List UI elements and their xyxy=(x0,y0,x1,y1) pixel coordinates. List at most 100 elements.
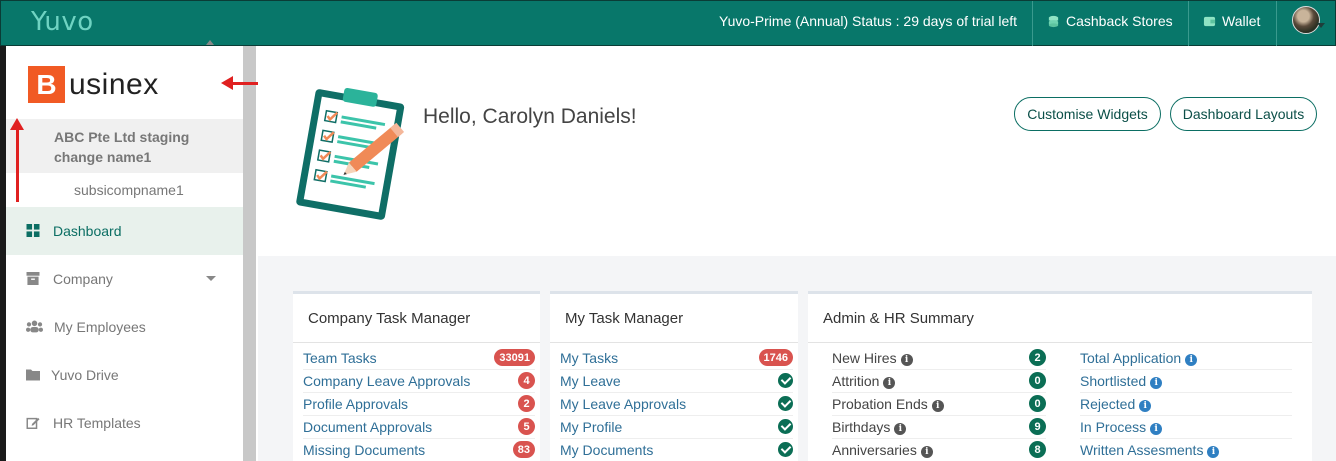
divider xyxy=(1276,1,1277,47)
task-row[interactable]: Profile Approvals 2 xyxy=(303,393,535,416)
grid-icon xyxy=(26,224,40,237)
check-circle-icon xyxy=(778,442,793,457)
coins-icon xyxy=(1048,15,1059,27)
task-link[interactable]: Company Leave Approvals xyxy=(303,373,470,389)
count-badge: 33091 xyxy=(494,349,535,366)
cashback-stores-button[interactable]: Cashback Stores xyxy=(1047,13,1173,29)
sidebar-item-my-employees[interactable]: My Employees xyxy=(6,303,243,351)
summary-label-wrap: New Hires i xyxy=(832,350,913,366)
check-circle-icon xyxy=(778,419,793,434)
task-link[interactable]: My Documents xyxy=(560,442,653,458)
company-name: ABC Pte Ltd staging change name1 xyxy=(54,129,190,165)
divider xyxy=(293,342,540,343)
recruitment-link[interactable]: Rejected i xyxy=(1080,396,1152,412)
info-icon[interactable]: i xyxy=(1150,423,1163,435)
sidebar-item-yuvo-drive[interactable]: Yuvo Drive xyxy=(6,351,243,399)
chevron-down-icon[interactable] xyxy=(1317,23,1325,28)
recruitment-link[interactable]: Written Assesments i xyxy=(1080,442,1220,458)
count-badge: 2 xyxy=(518,395,535,412)
info-icon[interactable]: i xyxy=(1185,354,1198,366)
task-link[interactable]: Team Tasks xyxy=(303,350,377,366)
task-link[interactable]: Missing Documents xyxy=(303,442,425,458)
cashback-stores-label: Cashback Stores xyxy=(1066,13,1173,29)
divider xyxy=(1032,1,1033,47)
recruitment-link[interactable]: Shortlisted i xyxy=(1080,373,1163,389)
greeting-text: Hello, Carolyn Daniels! xyxy=(423,105,637,128)
sidebar-item-dashboard[interactable]: Dashboard xyxy=(6,207,243,255)
task-row[interactable]: My Tasks 1746 xyxy=(560,347,793,370)
archive-icon xyxy=(26,272,40,285)
businex-logo: B usinex xyxy=(28,66,159,103)
recruitment-row[interactable]: In Process i xyxy=(1080,416,1292,439)
task-row[interactable]: My Leave Approvals xyxy=(560,393,793,416)
recruitment-row[interactable]: Rejected i xyxy=(1080,393,1292,416)
recruitment-link[interactable]: Total Application i xyxy=(1080,350,1198,366)
edit-icon xyxy=(26,417,40,429)
widget-title: My Task Manager xyxy=(565,310,684,327)
sidebar-item-label: My Employees xyxy=(54,319,146,335)
sidebar-item-company[interactable]: Company xyxy=(6,255,243,303)
company-selector[interactable]: ABC Pte Ltd staging change name1 xyxy=(6,119,243,173)
divider xyxy=(550,342,798,343)
brand-name: usinex xyxy=(69,67,159,101)
count-badge: 83 xyxy=(512,441,535,458)
check-circle-icon xyxy=(778,396,793,411)
widget-title: Company Task Manager xyxy=(308,310,471,327)
chevron-down-icon[interactable] xyxy=(206,276,216,281)
info-icon[interactable]: i xyxy=(900,354,913,366)
count-badge: 8 xyxy=(1029,441,1046,458)
task-row[interactable]: My Leave xyxy=(560,370,793,393)
info-icon[interactable]: i xyxy=(894,423,907,435)
recruitment-link[interactable]: In Process i xyxy=(1080,419,1163,435)
clipboard-illustration xyxy=(296,88,405,220)
recruitment-label: Total Application xyxy=(1080,350,1182,366)
dashboard-layouts-button[interactable]: Dashboard Layouts xyxy=(1170,97,1317,131)
sidebar-item-hr-templates[interactable]: HR Templates xyxy=(6,399,243,447)
company-task-manager-widget: Company Task Manager Team Tasks 33091 Co… xyxy=(293,291,540,461)
info-icon[interactable]: i xyxy=(1150,377,1163,389)
count-badge: 2 xyxy=(1029,349,1046,366)
recruitment-label: Shortlisted xyxy=(1080,373,1147,389)
info-icon[interactable]: i xyxy=(920,446,933,458)
summary-row: New Hires i 2 xyxy=(832,347,1046,370)
chevron-up-icon[interactable] xyxy=(206,40,214,45)
yuvo-logo[interactable]: Yuvo xyxy=(31,7,94,37)
count-badge: 4 xyxy=(518,372,535,389)
task-link[interactable]: My Profile xyxy=(560,419,622,435)
count-badge: 1746 xyxy=(758,349,793,366)
sidebar-scrollbar[interactable] xyxy=(243,46,256,461)
trial-status-text: Yuvo-Prime (Annual) Status : 29 days of … xyxy=(719,13,1018,29)
task-link[interactable]: My Leave xyxy=(560,373,621,389)
admin-hr-summary-widget: Admin & HR Summary New Hires i 2 Attritio… xyxy=(808,291,1312,461)
recruitment-row[interactable]: Shortlisted i xyxy=(1080,370,1292,393)
summary-label: Attrition xyxy=(832,373,880,389)
recruitment-label: Written Assesments xyxy=(1080,442,1204,458)
task-row[interactable]: Company Leave Approvals 4 xyxy=(303,370,535,393)
subsidiary-name[interactable]: subsicompname1 xyxy=(74,182,184,198)
task-row[interactable]: Team Tasks 33091 xyxy=(303,347,535,370)
check-circle-icon xyxy=(778,373,793,388)
annotation-arrow-up xyxy=(16,128,19,202)
task-link[interactable]: Document Approvals xyxy=(303,419,432,435)
user-avatar[interactable] xyxy=(1292,6,1320,34)
task-row[interactable]: Document Approvals 5 xyxy=(303,416,535,439)
recruitment-row[interactable]: Written Assesments i xyxy=(1080,439,1292,461)
recruitment-row[interactable]: Total Application i xyxy=(1080,347,1292,370)
task-link[interactable]: Profile Approvals xyxy=(303,396,408,412)
sidebar-item-label: Company xyxy=(53,271,113,287)
info-icon[interactable]: i xyxy=(1139,400,1152,412)
info-icon[interactable]: i xyxy=(931,400,944,412)
info-icon[interactable]: i xyxy=(1207,446,1220,458)
task-link[interactable]: My Leave Approvals xyxy=(560,396,686,412)
divider xyxy=(808,342,1312,343)
task-row[interactable]: My Profile xyxy=(560,416,793,439)
wallet-button[interactable]: Wallet xyxy=(1203,13,1260,29)
summary-label: Anniversaries xyxy=(832,442,917,458)
sidebar-item-label: Dashboard xyxy=(53,223,122,239)
widget-title: Admin & HR Summary xyxy=(823,310,974,327)
task-row[interactable]: Missing Documents 83 xyxy=(303,439,535,461)
customise-widgets-button[interactable]: Customise Widgets xyxy=(1014,97,1161,131)
info-icon[interactable]: i xyxy=(883,377,896,389)
task-link[interactable]: My Tasks xyxy=(560,350,618,366)
task-row[interactable]: My Documents xyxy=(560,439,793,461)
